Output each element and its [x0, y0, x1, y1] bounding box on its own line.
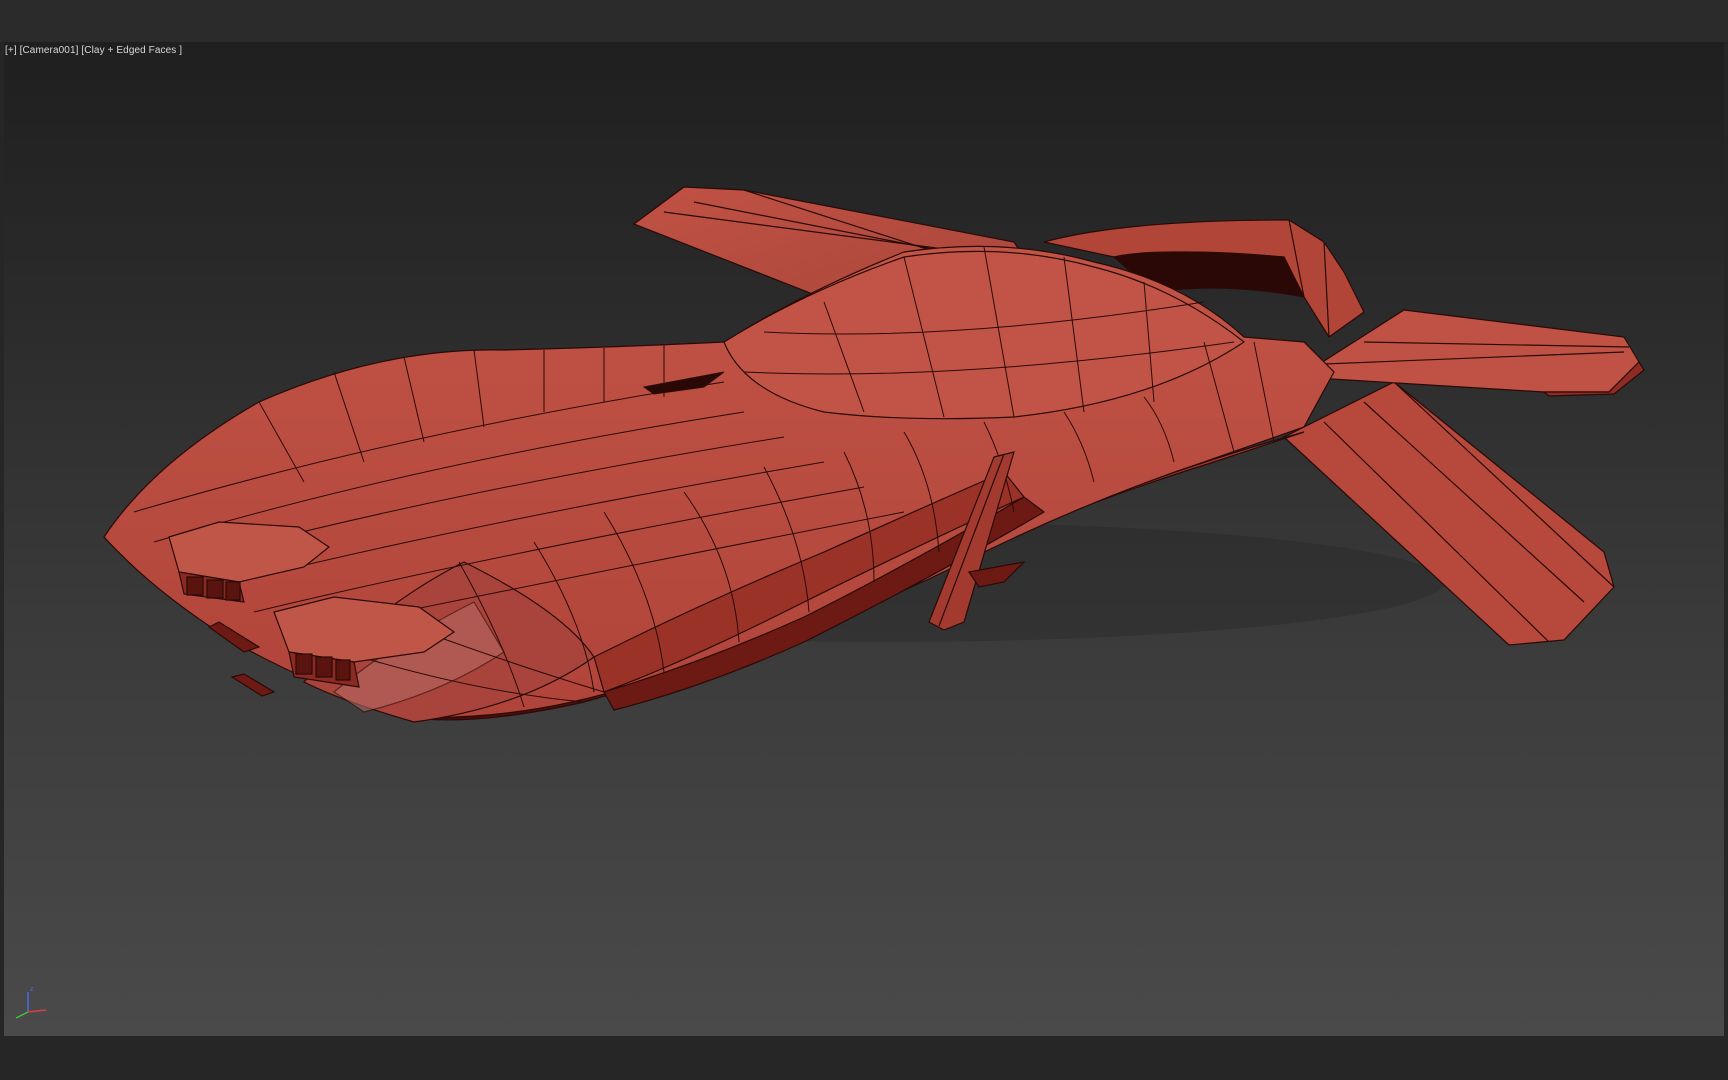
- top-toolbar-area: [0, 0, 1728, 42]
- z-axis-label: z: [30, 986, 34, 993]
- camera-viewport[interactable]: [+] [Camera001] [Clay + Edged Faces ] z: [4, 42, 1724, 1036]
- upper-right-wing: [1297, 309, 1645, 397]
- spaceship-model[interactable]: [4, 42, 1724, 1036]
- axis-gizmo: z: [15, 986, 47, 1019]
- viewport-border-right: [1724, 42, 1728, 1036]
- y-axis-icon: [15, 1011, 29, 1019]
- bottom-status-area: [0, 1036, 1728, 1080]
- x-axis-icon: [27, 1009, 47, 1013]
